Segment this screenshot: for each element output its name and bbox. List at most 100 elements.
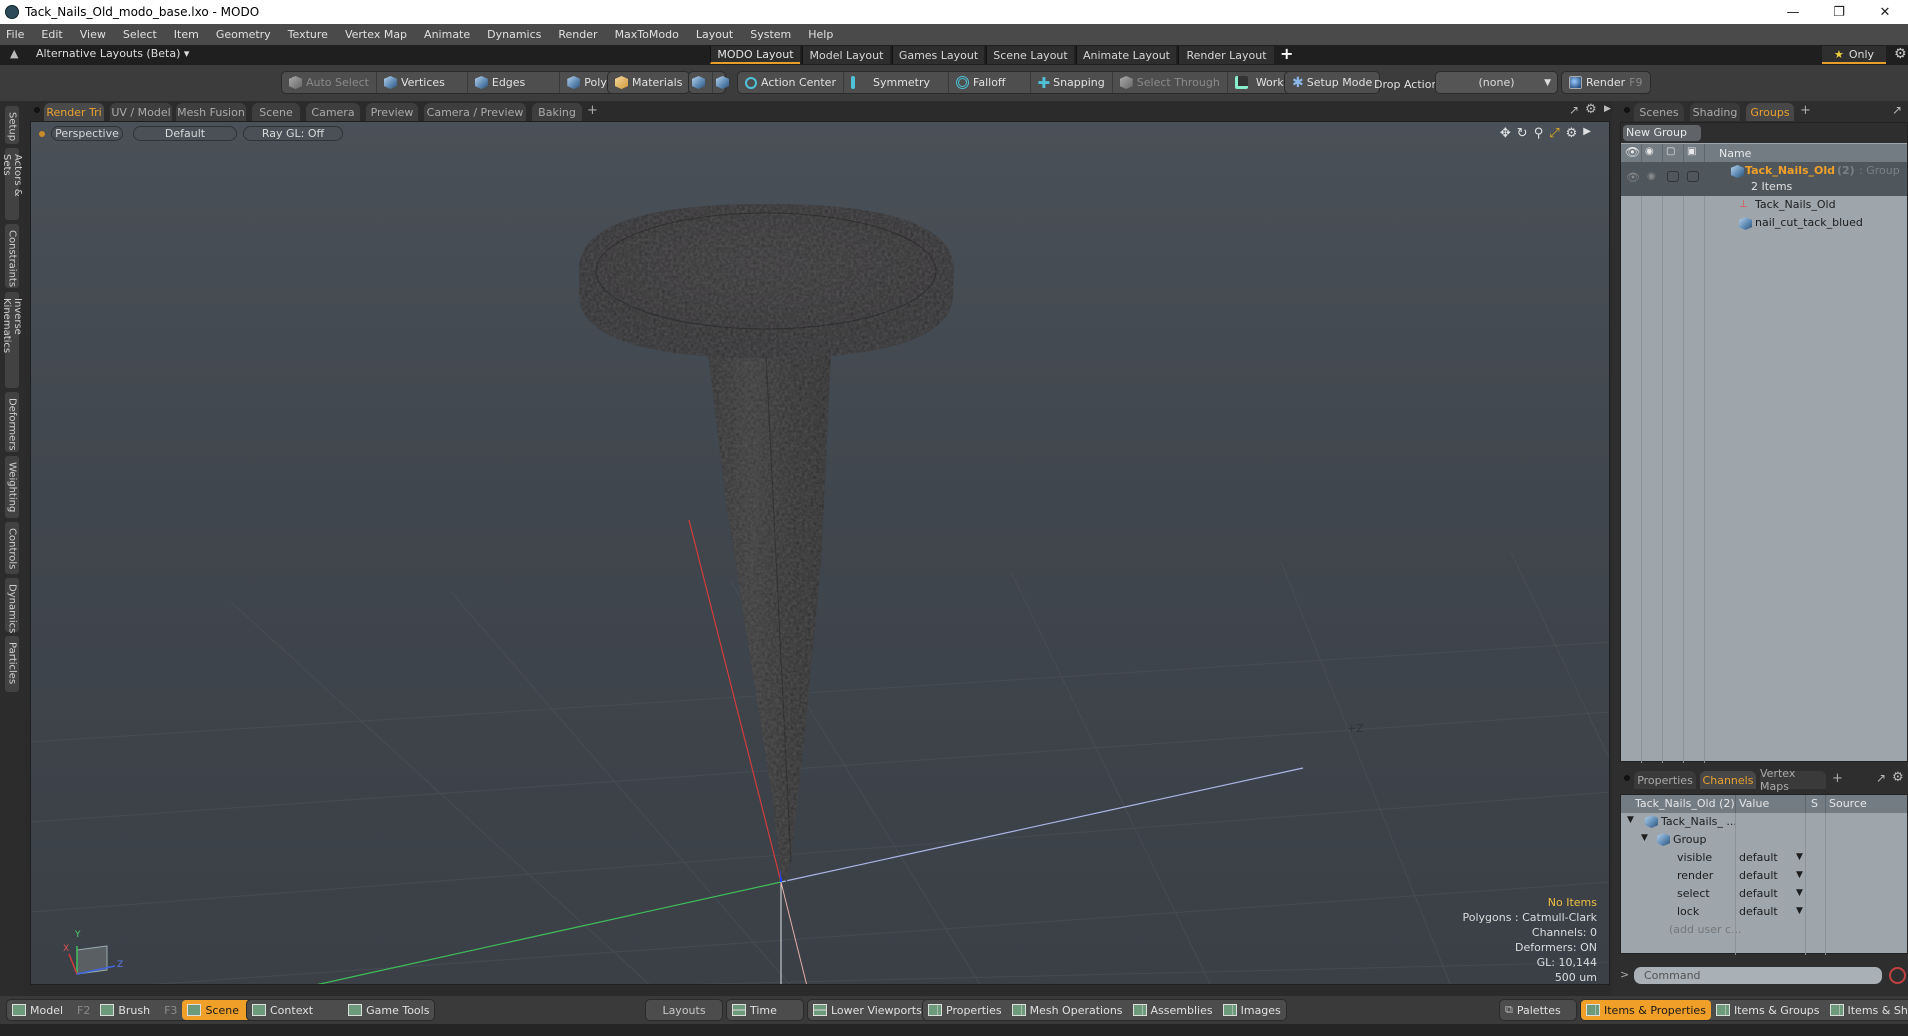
row-select-toggle[interactable] xyxy=(1667,171,1679,182)
game-tools-button[interactable]: Game Tools xyxy=(343,1000,434,1020)
fit-view-icon[interactable]: ⤢ xyxy=(1549,126,1559,141)
view-type-button[interactable]: Perspective xyxy=(51,126,123,141)
viewport-tab-preview[interactable]: Preview xyxy=(366,103,418,121)
tab-scenes[interactable]: Scenes xyxy=(1634,103,1684,121)
menu-maxtomodo[interactable]: MaxToModo xyxy=(615,28,679,41)
left-tab-particles[interactable]: Particles xyxy=(4,635,20,693)
maximize-panel-icon[interactable]: ↗ xyxy=(1569,103,1579,117)
collapse-up-icon[interactable]: ▲ xyxy=(10,47,18,60)
falloff-button[interactable]: Falloff xyxy=(949,72,1031,93)
left-tab-controls[interactable]: Controls xyxy=(4,521,20,575)
menu-view[interactable]: View xyxy=(80,28,106,41)
materials-button[interactable]: Materials xyxy=(608,72,689,93)
menu-animate[interactable]: Animate xyxy=(424,28,470,41)
group-child-row[interactable]: ⊥ Tack_Nails_Old xyxy=(1621,196,1907,214)
chevron-down-icon[interactable]: ▼ xyxy=(1796,888,1803,898)
viewport-settings-gear-icon[interactable]: ⚙ xyxy=(1585,102,1597,117)
add-viewport-tab-button[interactable]: + xyxy=(587,103,598,118)
tab-groups[interactable]: Groups xyxy=(1746,103,1794,121)
pan-icon[interactable]: ✥ xyxy=(1500,126,1511,141)
layout-tab-games[interactable]: Games Layout xyxy=(892,46,984,64)
zoom-icon[interactable]: ⚲ xyxy=(1534,126,1544,141)
item-mode-button[interactable] xyxy=(689,72,713,93)
close-button[interactable]: ✕ xyxy=(1862,0,1908,24)
channel-row[interactable]: lock default ▼ xyxy=(1621,903,1907,921)
menu-texture[interactable]: Texture xyxy=(288,28,328,41)
channel-root-row[interactable]: ▼ Tack_Nails_ ... xyxy=(1621,813,1907,831)
panel-menu-dot-icon[interactable] xyxy=(1624,775,1630,781)
select-cube-icon[interactable]: ▢ xyxy=(1666,146,1675,157)
edges-button[interactable]: Edges xyxy=(468,72,561,93)
items-shading-button[interactable]: Items & Shading xyxy=(1825,1000,1908,1020)
viewport-more-arrow-icon[interactable]: ▶ xyxy=(1583,126,1591,141)
properties-button[interactable]: Properties xyxy=(923,1000,1007,1020)
viewport-tab-render-tri[interactable]: Render Tri xyxy=(44,103,104,121)
menu-item[interactable]: Item xyxy=(174,28,199,41)
menu-file[interactable]: File xyxy=(6,28,24,41)
menu-system[interactable]: System xyxy=(750,28,791,41)
rotate-icon[interactable]: ↻ xyxy=(1517,126,1528,141)
row-lock-toggle[interactable] xyxy=(1687,171,1699,182)
context-button[interactable]: Context xyxy=(247,1000,343,1020)
channel-value-dropdown[interactable]: default xyxy=(1739,887,1778,900)
pivot-mode-button[interactable] xyxy=(713,72,736,93)
minimize-button[interactable]: — xyxy=(1770,0,1816,24)
mesh-operations-button[interactable]: Mesh Operations xyxy=(1007,1000,1128,1020)
left-tab-weighting[interactable]: Weighting xyxy=(4,455,20,519)
record-macro-icon[interactable] xyxy=(1889,967,1906,984)
menu-geometry[interactable]: Geometry xyxy=(216,28,271,41)
viewport-gear-icon[interactable]: ⚙ xyxy=(1566,126,1578,141)
vertices-button[interactable]: Vertices xyxy=(377,72,468,93)
layout-tab-animate[interactable]: Animate Layout xyxy=(1076,46,1176,64)
lock-cube-icon[interactable]: ▣ xyxy=(1687,146,1696,157)
symmetry-button[interactable]: Symmetry xyxy=(844,72,950,93)
chevron-down-icon[interactable]: ▼ xyxy=(1796,852,1803,862)
setup-mode-button[interactable]: ✱ Setup Mode xyxy=(1285,72,1379,93)
layout-tab-modo[interactable]: MODO Layout xyxy=(710,46,800,64)
menu-vertex-map[interactable]: Vertex Map xyxy=(345,28,407,41)
channel-row[interactable]: visible default ▼ xyxy=(1621,849,1907,867)
chevron-down-icon[interactable]: ▼ xyxy=(1796,870,1803,880)
panel-menu-dot-icon[interactable] xyxy=(34,107,40,113)
images-button[interactable]: Images xyxy=(1218,1000,1286,1020)
add-tab-button[interactable]: + xyxy=(1832,771,1843,786)
expand-arrow-icon[interactable]: ▼ xyxy=(1627,815,1634,825)
tab-shading[interactable]: Shading xyxy=(1690,103,1740,121)
shading-mode-button[interactable]: Default xyxy=(133,126,237,141)
action-center-button[interactable]: Action Center xyxy=(738,72,844,93)
expand-arrow-icon[interactable]: ▼ xyxy=(1641,833,1648,843)
assemblies-button[interactable]: Assemblies xyxy=(1128,1000,1218,1020)
items-groups-button[interactable]: Items & Groups xyxy=(1711,1000,1825,1020)
left-tab-constraints[interactable]: Constraints xyxy=(4,223,20,289)
viewport-tab-uv-model[interactable]: UV / Model xyxy=(110,103,172,121)
add-layout-button[interactable]: + xyxy=(1280,44,1293,63)
lower-viewports-button[interactable]: Lower Viewports xyxy=(807,999,928,1021)
row-visibility-eye-icon[interactable]: 👁 xyxy=(1626,171,1640,184)
mode-brush-button[interactable]: Brush F3 xyxy=(95,1000,182,1020)
visibility-eye-icon[interactable]: 👁 xyxy=(1625,145,1640,159)
channel-row[interactable]: select default ▼ xyxy=(1621,885,1907,903)
maximize-panel-icon[interactable]: ↗ xyxy=(1876,771,1886,785)
left-tab-dynamics[interactable]: Dynamics xyxy=(4,577,20,633)
snapping-button[interactable]: ✚ Snapping xyxy=(1031,72,1113,93)
channel-value-dropdown[interactable]: default xyxy=(1739,851,1778,864)
select-through-button[interactable]: Select Through xyxy=(1113,72,1228,93)
tab-properties[interactable]: Properties xyxy=(1634,771,1696,789)
viewport-tab-mesh-fusion[interactable]: Mesh Fusion xyxy=(176,103,246,121)
menu-select[interactable]: Select xyxy=(123,28,157,41)
layout-tab-model[interactable]: Model Layout xyxy=(802,46,890,64)
mode-model-button[interactable]: Model F2 xyxy=(7,1000,95,1020)
add-user-channel-row[interactable]: (add user c... xyxy=(1621,921,1907,939)
menu-dynamics[interactable]: Dynamics xyxy=(487,28,541,41)
chevron-down-icon[interactable]: ▼ xyxy=(1796,906,1803,916)
group-row[interactable]: 👁 ◉ Tack_Nails_Old (2) : Group 2 Items xyxy=(1621,162,1907,196)
channel-group-row[interactable]: ▼ Group xyxy=(1621,831,1907,849)
layout-tab-scene[interactable]: Scene Layout xyxy=(986,46,1074,64)
tab-vertex-maps[interactable]: Vertex Maps xyxy=(1760,767,1826,793)
viewport-tab-camera-preview[interactable]: Camera / Preview xyxy=(424,103,526,121)
left-tab-actors-sets[interactable]: Actors & Sets xyxy=(1,147,23,221)
layout-tab-render[interactable]: Render Layout xyxy=(1178,46,1274,64)
viewport-tab-baking[interactable]: Baking xyxy=(532,103,582,121)
gear-icon[interactable]: ⚙ xyxy=(1894,46,1907,62)
channel-value-dropdown[interactable]: default xyxy=(1739,905,1778,918)
